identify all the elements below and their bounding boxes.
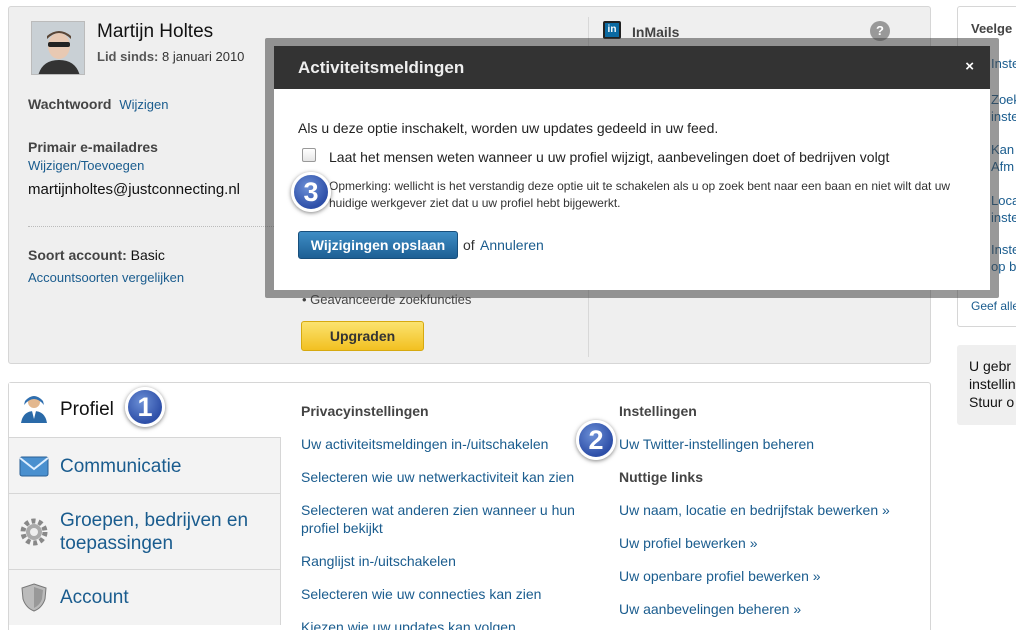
step-badge-2: 2 — [576, 420, 616, 460]
feedback-text: U gebr — [969, 358, 1012, 374]
feedback-link[interactable]: Stuur o — [969, 394, 1014, 410]
settings-link[interactable]: Uw Twitter-instellingen beheren — [619, 435, 814, 453]
tab-communication-label: Communicatie — [60, 456, 182, 477]
modal-header: Activiteitsmeldingen × — [274, 46, 990, 89]
password-change-link[interactable]: Wijzigen — [119, 97, 168, 112]
person-icon — [21, 396, 47, 423]
password-row: Wachtwoord Wijzigen — [28, 96, 169, 112]
member-since: Lid sinds: 8 januari 2010 — [97, 49, 244, 64]
feedback-text: instellin — [969, 376, 1016, 392]
member-since-value: 8 januari 2010 — [162, 49, 245, 64]
shield-icon — [21, 583, 47, 612]
feedback-box: U gebr instellin Stuur o — [957, 345, 1016, 425]
faq-more-link[interactable]: Geef alle — [971, 299, 1016, 313]
step-badge-1: 1 — [125, 387, 165, 427]
tab-profile-label: Profiel — [60, 399, 114, 420]
modal-note: Opmerking: wellicht is het verstandig de… — [329, 179, 951, 210]
faq-title: Veelge — [971, 21, 1013, 36]
privacy-link[interactable]: Uw activiteitsmeldingen in-/uitschakelen — [301, 435, 548, 453]
email-label: Primair e-mailadres — [28, 139, 158, 155]
email-change-link[interactable]: Wijzigen/Toevoegen — [28, 158, 144, 173]
compare-accounts-link[interactable]: Accountsoorten vergelijken — [28, 270, 184, 285]
step-badge-3: 3 — [291, 172, 331, 212]
gear-icon — [20, 518, 48, 546]
tab-groups[interactable]: Groepen, bedrijven en toepassingen — [9, 493, 281, 569]
share-updates-label[interactable]: Laat het mensen weten wanneer u uw profi… — [329, 149, 889, 165]
tab-groups-label: Groepen, bedrijven en toepassingen — [60, 509, 248, 555]
tab-account[interactable]: Account — [9, 569, 281, 625]
email-value: martijnholtes@justconnecting.nl — [28, 181, 240, 198]
tab-groups-label-line: Groepen, bedrijven en — [60, 510, 249, 531]
divider — [28, 226, 288, 227]
cancel-link[interactable]: Annuleren — [480, 237, 544, 253]
tab-account-label: Account — [60, 587, 129, 608]
useful-link[interactable]: Uw naam, locatie en bedrijfstak bewerken… — [619, 501, 890, 519]
upgrade-button[interactable]: Upgraden — [301, 321, 424, 351]
useful-link[interactable]: Uw aanbevelingen beheren » — [619, 600, 801, 618]
user-name: Martijn Holtes — [97, 21, 214, 42]
save-changes-button[interactable]: Wijzigingen opslaan — [298, 231, 458, 259]
account-type-label: Soort account: — [28, 247, 127, 263]
privacy-link[interactable]: Selecteren wie uw connecties kan zien — [301, 585, 541, 603]
share-updates-checkbox[interactable] — [302, 148, 316, 162]
modal-title: Activiteitsmeldingen — [298, 58, 465, 77]
privacy-link[interactable]: Selecteren wie uw netwerkactiviteit kan … — [301, 468, 574, 486]
useful-link[interactable]: Uw profiel bewerken » — [619, 534, 758, 552]
account-type: Soort account: Basic — [28, 247, 165, 263]
useful-link[interactable]: Uw openbare profiel bewerken » — [619, 567, 821, 585]
member-since-label: Lid sinds: — [97, 49, 159, 64]
tab-groups-label-line: toepassingen — [60, 533, 174, 554]
password-label: Wachtwoord — [28, 96, 112, 112]
avatar[interactable] — [31, 21, 85, 75]
privacy-link[interactable]: Ranglijst in-/uitschakelen — [301, 552, 456, 570]
privacy-link[interactable]: Selecteren wat anderen zien wanneer u hu… — [301, 501, 606, 537]
activity-notifications-modal: Activiteitsmeldingen × Als u deze optie … — [274, 46, 990, 290]
envelope-icon — [19, 456, 49, 477]
useful-links-title: Nuttige links — [619, 469, 704, 485]
close-icon[interactable]: × — [965, 58, 974, 75]
account-type-value: Basic — [130, 247, 165, 263]
linkedin-icon: in — [603, 21, 621, 39]
privacy-link[interactable]: Kiezen wie uw updates kan volgen — [301, 618, 516, 630]
tab-communication[interactable]: Communicatie — [9, 437, 281, 493]
settings-title: Instellingen — [619, 403, 697, 419]
modal-intro: Als u deze optie inschakelt, worden uw u… — [298, 120, 719, 136]
privacy-settings-title: Privacyinstellingen — [301, 403, 429, 419]
avatar-photo-icon — [32, 22, 84, 74]
or-text: of — [463, 237, 475, 253]
